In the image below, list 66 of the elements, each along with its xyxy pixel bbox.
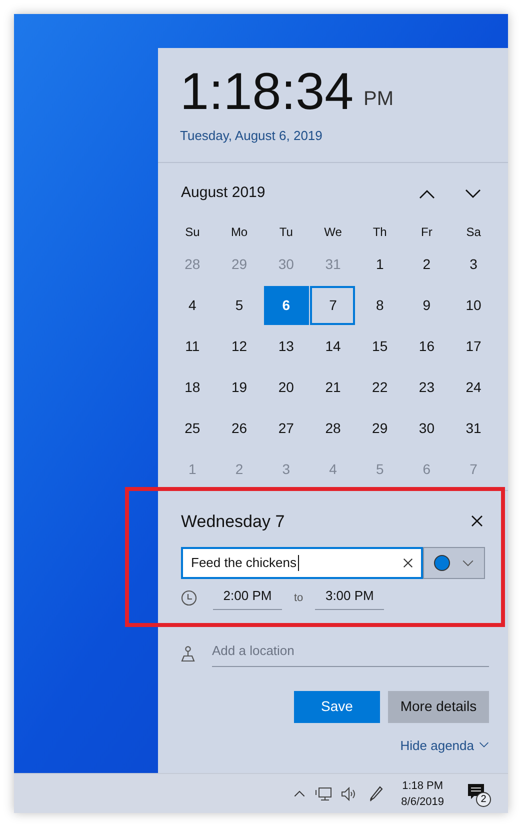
calendar-day[interactable]: 15 bbox=[357, 326, 402, 366]
hide-agenda-button[interactable]: Hide agenda bbox=[400, 736, 489, 755]
calendar-day[interactable]: 12 bbox=[216, 326, 262, 366]
date-link[interactable]: Tuesday, August 6, 2019 bbox=[180, 126, 486, 146]
calendar-day[interactable]: 1 bbox=[357, 244, 402, 284]
calendar-day[interactable]: 17 bbox=[451, 326, 496, 366]
calendar-day[interactable]: 8 bbox=[357, 286, 402, 324]
weekday-label: Sa bbox=[466, 224, 481, 240]
notification-badge: 2 bbox=[476, 792, 491, 806]
close-icon[interactable] bbox=[471, 515, 483, 528]
clear-icon[interactable] bbox=[403, 558, 413, 568]
pen-icon[interactable] bbox=[369, 786, 384, 802]
calendar-day[interactable]: 13 bbox=[264, 326, 309, 366]
event-heading: Wednesday 7 bbox=[181, 510, 286, 532]
calendar-day[interactable]: 21 bbox=[310, 368, 356, 406]
calendar-day[interactable]: 31 bbox=[451, 408, 496, 448]
weekday-label: Th bbox=[372, 224, 387, 240]
save-button[interactable]: Save bbox=[294, 690, 380, 722]
calendar-day[interactable]: 27 bbox=[264, 408, 309, 448]
location-field[interactable]: Add a location bbox=[212, 641, 489, 666]
calendar-day[interactable]: 3 bbox=[451, 244, 496, 284]
chevron-up-icon bbox=[294, 790, 306, 797]
clock-ampm: PM bbox=[364, 87, 394, 112]
calendar-day[interactable]: 22 bbox=[357, 368, 402, 406]
clock-icon bbox=[181, 590, 197, 606]
weekday-label: Su bbox=[185, 224, 200, 240]
calendar-day[interactable]: 26 bbox=[216, 408, 262, 448]
chevron-down-icon bbox=[479, 742, 489, 748]
location-pin-icon bbox=[181, 646, 195, 662]
chevron-down-icon bbox=[462, 560, 474, 566]
calendar-day[interactable]: 28 bbox=[310, 408, 356, 448]
calendar-day[interactable]: 11 bbox=[170, 326, 215, 366]
calendar-day[interactable]: 24 bbox=[451, 368, 496, 406]
weekday-label: Fr bbox=[421, 224, 432, 240]
chevron-down-icon bbox=[465, 188, 481, 198]
end-time-field[interactable]: 3:00 PM bbox=[315, 586, 384, 610]
calendar-day[interactable]: 16 bbox=[404, 326, 450, 366]
calendar-day[interactable]: 6 bbox=[264, 286, 309, 324]
calendar-day[interactable]: 20 bbox=[264, 368, 309, 406]
calendar-day[interactable]: 25 bbox=[170, 408, 215, 448]
calendar-day[interactable]: 30 bbox=[404, 408, 450, 448]
calendar-day[interactable]: 29 bbox=[357, 408, 402, 448]
month-label[interactable]: August 2019 bbox=[181, 182, 415, 205]
weekday-label: Mo bbox=[230, 224, 248, 240]
clock-time: 1:18:34 bbox=[180, 64, 354, 120]
chevron-up-icon bbox=[419, 188, 435, 198]
start-time-field[interactable]: 2:00 PM bbox=[213, 586, 282, 610]
calendar-day[interactable]: 7 bbox=[310, 286, 356, 324]
color-picker[interactable] bbox=[423, 547, 485, 579]
weekday-label: We bbox=[324, 224, 342, 240]
calendar-day[interactable]: 9 bbox=[404, 286, 450, 324]
calendar-day[interactable]: 10 bbox=[451, 286, 496, 324]
more-details-button[interactable]: More details bbox=[388, 690, 489, 722]
taskbar-clock[interactable]: 1:18 PM 8/6/2019 bbox=[401, 778, 444, 810]
calendar-day[interactable]: 14 bbox=[310, 326, 356, 366]
calendar-day[interactable]: 2 bbox=[404, 244, 450, 284]
speaker-icon[interactable] bbox=[341, 786, 358, 800]
calendar-day[interactable]: 23 bbox=[404, 368, 450, 406]
calendar-day[interactable]: 19 bbox=[216, 368, 262, 406]
network-icon[interactable] bbox=[315, 786, 332, 800]
calendar-day[interactable]: 5 bbox=[216, 286, 262, 324]
calendar-day[interactable]: 4 bbox=[170, 286, 215, 324]
event-name-field[interactable]: Feed the chickens bbox=[181, 547, 423, 579]
to-label: to bbox=[294, 590, 304, 606]
weekday-label: Tu bbox=[279, 224, 293, 240]
calendar-day[interactable]: 18 bbox=[170, 368, 215, 406]
